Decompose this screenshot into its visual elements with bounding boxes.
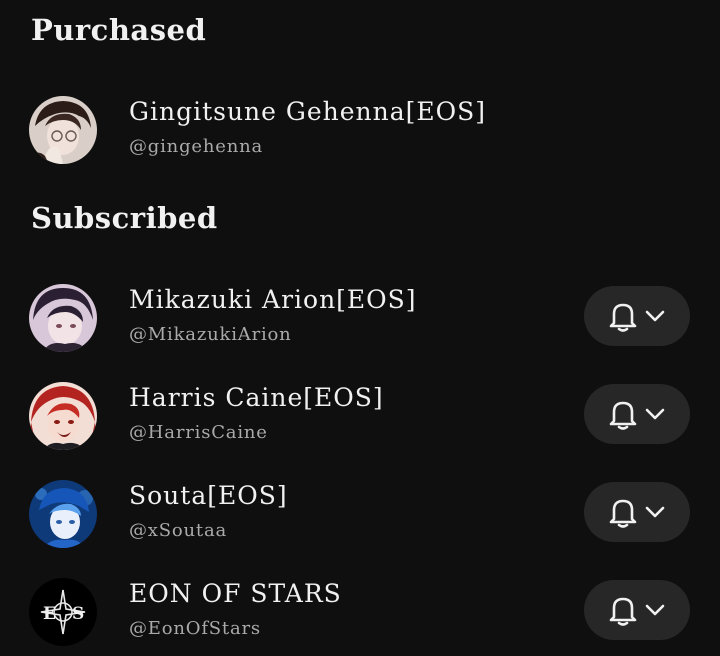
channel-name[interactable]: Harris Caine[EOS] — [129, 384, 384, 412]
channel-row-xsoutaa[interactable]: Souta[EOS] @xSoutaa — [0, 474, 720, 554]
chevron-down-icon — [645, 506, 665, 518]
channel-avatar[interactable]: E S — [29, 578, 97, 646]
channel-handle: @EonOfStars — [129, 618, 261, 639]
bell-icon — [609, 499, 637, 528]
eos-logo: E S — [29, 578, 97, 646]
channel-name[interactable]: Mikazuki Arion[EOS] — [129, 286, 417, 314]
channel-name[interactable]: Gingitsune Gehenna[EOS] — [129, 98, 486, 126]
channel-avatar[interactable] — [29, 284, 97, 352]
channel-name[interactable]: EON OF STARS — [129, 580, 342, 608]
notification-settings-button[interactable] — [584, 286, 690, 346]
channel-handle: @xSoutaa — [129, 520, 228, 541]
channel-row-eonofstars[interactable]: E S EON OF STARS @EonOfStars — [0, 572, 720, 652]
bell-icon — [609, 303, 637, 332]
channel-row-mikazukiarion[interactable]: Mikazuki Arion[EOS] @MikazukiArion — [0, 278, 720, 358]
channel-avatar[interactable] — [29, 382, 97, 450]
chevron-down-icon — [645, 604, 665, 616]
svg-text:E: E — [43, 604, 56, 624]
notification-settings-button[interactable] — [584, 384, 690, 444]
bell-icon — [609, 597, 637, 626]
notification-settings-button[interactable] — [584, 482, 690, 542]
channel-row-gingehenna[interactable]: Gingitsune Gehenna[EOS] @gingehenna — [0, 90, 720, 170]
svg-text:S: S — [72, 604, 84, 624]
notification-settings-button[interactable] — [584, 580, 690, 640]
channel-handle: @HarrisCaine — [129, 422, 268, 443]
channel-handle: @MikazukiArion — [129, 324, 292, 345]
chevron-down-icon — [645, 310, 665, 322]
channel-avatar[interactable] — [29, 480, 97, 548]
section-title-purchased: Purchased — [31, 13, 207, 47]
channel-name[interactable]: Souta[EOS] — [129, 482, 288, 510]
channel-row-harriscaine[interactable]: Harris Caine[EOS] @HarrisCaine — [0, 376, 720, 456]
channel-avatar[interactable] — [29, 96, 97, 164]
channel-handle: @gingehenna — [129, 136, 264, 157]
section-title-subscribed: Subscribed — [31, 201, 218, 235]
bell-icon — [609, 401, 637, 430]
chevron-down-icon — [645, 408, 665, 420]
